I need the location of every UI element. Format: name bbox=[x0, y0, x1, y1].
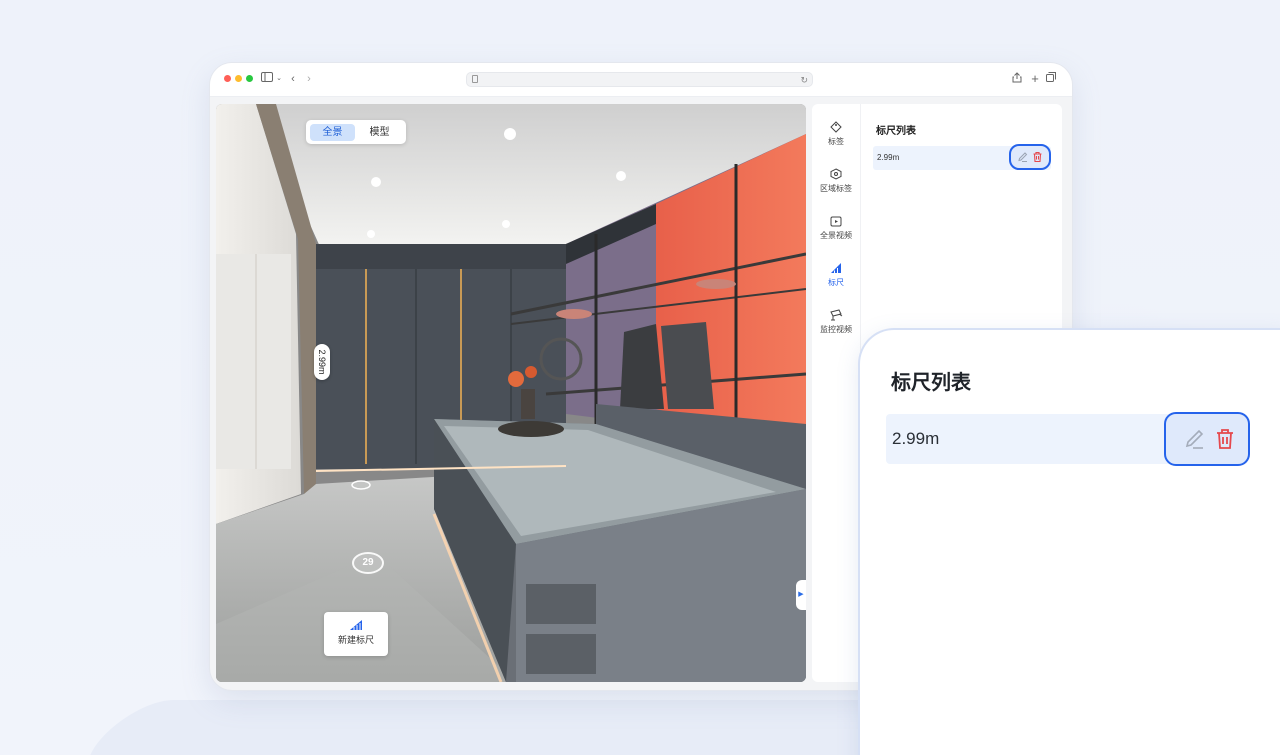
list-item[interactable]: 2.99m bbox=[886, 412, 1250, 466]
sidebar-item-surveillance-video[interactable]: 监控视频 bbox=[812, 309, 860, 335]
ruler-value: 2.99m bbox=[892, 429, 940, 448]
tabs-overview-icon[interactable] bbox=[1044, 72, 1058, 86]
measurement-value: 2.99m bbox=[317, 349, 327, 375]
new-tab-icon[interactable]: + bbox=[1028, 72, 1042, 86]
panorama-scene-image bbox=[216, 104, 806, 682]
navigation-hotspot[interactable]: 29 bbox=[352, 552, 384, 574]
sidebar-item-label: 标签 bbox=[828, 137, 844, 146]
ruler-icon bbox=[350, 620, 362, 630]
sidebar-item-label: 标尺 bbox=[828, 278, 844, 287]
callout-title: 标尺列表 bbox=[891, 372, 971, 394]
delete-icon[interactable] bbox=[1032, 151, 1043, 163]
close-window-button[interactable] bbox=[224, 75, 231, 82]
play-arrow-icon: ▶ bbox=[798, 591, 804, 598]
zoom-callout: 标尺列表 2.99m bbox=[860, 330, 1280, 755]
panorama-video-icon bbox=[830, 216, 842, 227]
tab-model[interactable]: 模型 bbox=[357, 124, 402, 141]
tab-panorama[interactable]: 全景 bbox=[310, 123, 355, 141]
surveillance-camera-icon bbox=[829, 309, 842, 321]
sidebar-item-label: 全景视频 bbox=[820, 231, 852, 240]
row-actions bbox=[1164, 412, 1250, 466]
sidebar-item-label: 监控视频 bbox=[820, 325, 852, 334]
sidebar-item-label: 区域标签 bbox=[820, 184, 852, 193]
window-controls bbox=[224, 75, 253, 82]
sidebar-item-area-tag[interactable]: 区域标签 bbox=[812, 168, 860, 194]
view-mode-toggle: 全景 模型 bbox=[306, 120, 406, 144]
measurement-label[interactable]: 2.99m bbox=[314, 344, 330, 380]
tag-icon bbox=[830, 121, 842, 133]
browser-toolbar: ⌄ ‹ › ↻ + bbox=[210, 63, 1072, 97]
forward-arrow-icon[interactable]: › bbox=[302, 72, 316, 86]
delete-icon[interactable] bbox=[1214, 428, 1236, 450]
maximize-window-button[interactable] bbox=[246, 75, 253, 82]
sidebar-item-panorama-video[interactable]: 全景视频 bbox=[812, 215, 860, 241]
new-ruler-label: 新建标尺 bbox=[337, 635, 374, 645]
reload-icon[interactable]: ↻ bbox=[800, 73, 808, 87]
page-icon bbox=[472, 75, 478, 83]
edit-icon[interactable] bbox=[1183, 428, 1205, 450]
address-bar[interactable]: ↻ bbox=[466, 72, 813, 87]
edit-icon[interactable] bbox=[1017, 152, 1028, 163]
chevron-down-icon[interactable]: ⌄ bbox=[272, 72, 286, 86]
ruler-value: 2.99m bbox=[877, 153, 900, 162]
new-ruler-button[interactable]: 新建标尺 bbox=[324, 612, 388, 656]
ruler-list-title: 标尺列表 bbox=[876, 126, 916, 137]
panorama-viewport[interactable]: 全景 模型 2.99m 29 新建标尺 ▶ bbox=[216, 104, 806, 682]
panel-collapse-toggle[interactable]: ▶ bbox=[796, 580, 806, 610]
sidebar-item-tag[interactable]: 标签 bbox=[812, 121, 860, 147]
sidebar-item-ruler[interactable]: 标尺 bbox=[812, 262, 860, 288]
area-tag-icon bbox=[830, 168, 842, 180]
back-arrow-icon[interactable]: ‹ bbox=[286, 72, 300, 86]
list-item[interactable]: 2.99m bbox=[873, 144, 1051, 170]
row-actions bbox=[1009, 144, 1051, 170]
ruler-icon bbox=[831, 263, 841, 273]
tool-sidebar: 标签 区域标签 全景视频 标尺 监控视频 bbox=[812, 104, 860, 682]
minimize-window-button[interactable] bbox=[235, 75, 242, 82]
share-icon[interactable] bbox=[1010, 72, 1024, 86]
